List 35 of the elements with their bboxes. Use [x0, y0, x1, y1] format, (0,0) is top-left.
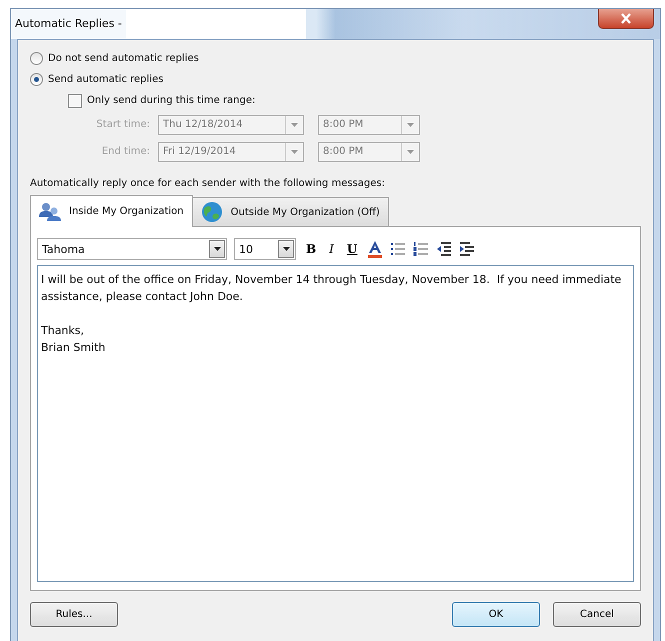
italic-button[interactable]: I [326, 242, 337, 256]
caret-icon [407, 122, 414, 126]
close-button[interactable] [598, 9, 654, 29]
caret-icon [291, 122, 298, 126]
decrease-indent-icon[interactable] [436, 241, 452, 257]
people-icon [39, 202, 61, 222]
numbered-list-icon[interactable] [413, 241, 430, 257]
time-range-checkbox[interactable]: Only send during this time range: [30, 90, 641, 111]
caret-icon [282, 247, 290, 251]
close-icon [619, 13, 633, 24]
font-dropdown[interactable]: Tahoma [37, 238, 227, 260]
radio-option[interactable]: Do not send automatic replies [30, 48, 641, 69]
time-label: Start time: [95, 119, 150, 130]
instruction-text: Automatically reply once for each sender with the following messages: [30, 177, 386, 191]
window-title: Automatic Replies - [11, 9, 126, 39]
font-size-dropdown[interactable]: 10 [234, 238, 296, 260]
font-color-icon[interactable] [367, 240, 384, 258]
caret-icon [214, 247, 220, 251]
ok-button[interactable]: OK [452, 602, 540, 626]
message-paragraph: I will be out of the office on Friday, November 14 through Tuesday, November 18. If you need immediate assistance, please contact John Doe. [41, 272, 622, 305]
cancel-button[interactable]: Cancel [553, 602, 641, 626]
message-editor[interactable]: I will be out of the office on Friday, November 14 through Tuesday, November 18. If you need immediate assistance, please contact John Doe. Thanks, Brian Smith [37, 265, 634, 582]
tab[interactable]: Inside My Organization [30, 195, 193, 227]
bold-button[interactable]: B [303, 242, 320, 256]
underline-button[interactable]: U [344, 242, 360, 256]
increase-indent-icon[interactable] [459, 241, 476, 257]
caret-icon [291, 150, 298, 154]
rules-button[interactable]: Rules... [30, 602, 118, 626]
radio-option[interactable]: Send automatic replies [30, 69, 641, 90]
time-label: End time: [100, 146, 150, 157]
caret-icon [407, 150, 414, 154]
message-paragraph: Thanks, Brian Smith [41, 323, 106, 356]
globe-icon [200, 201, 223, 223]
bullet-list-icon[interactable] [390, 241, 406, 257]
tab[interactable]: Outside My Organization (Off) [192, 197, 389, 226]
